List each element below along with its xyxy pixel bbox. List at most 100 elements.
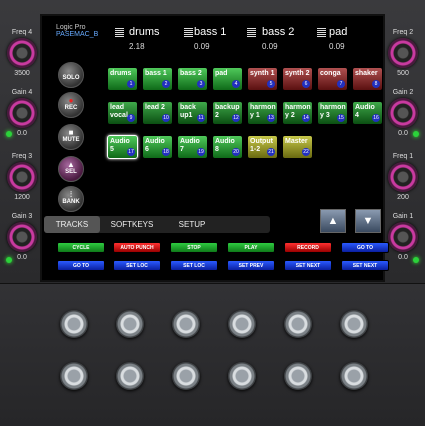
track-tile[interactable]: Master 22 bbox=[282, 135, 313, 159]
knob-freq-4-group: Freq 4 3500 bbox=[2, 28, 42, 78]
track-number-badge: 6 bbox=[302, 80, 310, 88]
track-label: synth 1 bbox=[250, 70, 275, 77]
transport-button[interactable]: SET LOC bbox=[170, 260, 218, 271]
track-tile[interactable]: lead vocal 9 bbox=[107, 101, 138, 125]
tab-tracks[interactable]: TRACKS bbox=[44, 216, 100, 233]
transport-button[interactable]: PLAY bbox=[227, 242, 275, 253]
knob-gain-3-group: Gain 3 0.0 bbox=[2, 212, 42, 262]
transport-button[interactable]: CYCLE bbox=[57, 242, 105, 253]
logo-subtitle: PASEMAC_B bbox=[56, 31, 99, 38]
solo-button[interactable]: SOLO bbox=[58, 62, 84, 88]
freq-3-knob[interactable] bbox=[7, 162, 37, 192]
track-tile[interactable]: pad 4 bbox=[212, 67, 243, 91]
track-tile[interactable]: harmon y 3 15 bbox=[317, 101, 348, 125]
knob-value: 200 bbox=[397, 194, 409, 201]
hardware-button[interactable] bbox=[60, 310, 88, 338]
track-tile[interactable]: backup 2 12 bbox=[212, 101, 243, 125]
mute-button[interactable]: ■ MUTE bbox=[58, 124, 84, 150]
transport-button[interactable]: RECORD bbox=[284, 242, 332, 253]
track-number-badge: 16 bbox=[372, 114, 380, 122]
track-tile[interactable]: synth 1 5 bbox=[247, 67, 278, 91]
transport-button[interactable]: SET NEXT bbox=[341, 260, 389, 271]
scroll-down-arrow-icon[interactable]: ▼ bbox=[355, 209, 381, 233]
hardware-button[interactable] bbox=[340, 310, 368, 338]
channel-value: 0.09 bbox=[329, 42, 345, 51]
track-label: pad bbox=[215, 70, 228, 77]
track-number-badge: 5 bbox=[267, 80, 275, 88]
track-tile[interactable]: shaker 8 bbox=[352, 67, 383, 91]
gain-2-knob[interactable] bbox=[388, 98, 418, 128]
hardware-button[interactable] bbox=[284, 310, 312, 338]
freq-4-knob[interactable] bbox=[7, 38, 37, 68]
track-tile[interactable]: bass 1 2 bbox=[142, 67, 173, 91]
track-number-badge: 10 bbox=[162, 114, 170, 122]
track-tile[interactable]: conga 7 bbox=[317, 67, 348, 91]
hardware-button[interactable] bbox=[228, 362, 256, 390]
bank-label: BANK bbox=[62, 199, 80, 205]
level-meter-icon bbox=[247, 28, 256, 38]
track-number-badge: 2 bbox=[162, 80, 170, 88]
transport-button[interactable]: SET PREV bbox=[227, 260, 275, 271]
track-tile[interactable]: drums 1 bbox=[107, 67, 138, 91]
track-tile[interactable]: Audio 4 16 bbox=[352, 101, 383, 125]
track-tile[interactable]: Audio 6 18 bbox=[142, 135, 173, 159]
transport-button[interactable]: SET NEXT bbox=[284, 260, 332, 271]
transport-button[interactable]: GO TO bbox=[57, 260, 105, 271]
sel-label: SEL bbox=[65, 169, 77, 175]
track-number-badge: 11 bbox=[197, 114, 205, 122]
track-tile[interactable]: Audio 8 20 bbox=[212, 135, 243, 159]
solo-label: SOLO bbox=[62, 75, 80, 81]
transport-button[interactable]: STOP bbox=[170, 242, 218, 253]
hardware-button[interactable] bbox=[60, 362, 88, 390]
track-label: lead vocal bbox=[110, 104, 128, 119]
hardware-button[interactable] bbox=[116, 362, 144, 390]
rec-label: REC bbox=[64, 105, 78, 111]
sel-button[interactable]: ▲ SEL bbox=[58, 156, 84, 182]
tab-softkeys[interactable]: SOFTKEYS bbox=[102, 216, 162, 233]
transport-button[interactable]: SET LOC bbox=[113, 260, 161, 271]
track-number-badge: 19 bbox=[197, 148, 205, 156]
track-tile[interactable]: lead 2 10 bbox=[142, 101, 173, 125]
track-label: back up1 bbox=[180, 104, 196, 119]
hardware-button[interactable] bbox=[228, 310, 256, 338]
tab-setup[interactable]: SETUP bbox=[164, 216, 220, 233]
bank-button[interactable]: ⫶ BANK bbox=[58, 186, 84, 212]
led-indicator bbox=[6, 257, 12, 263]
transport-button[interactable]: GO TO bbox=[341, 242, 389, 253]
knob-label: Freq 2 bbox=[392, 29, 414, 36]
track-tile[interactable]: harmon y 2 14 bbox=[282, 101, 313, 125]
hardware-button[interactable] bbox=[172, 362, 200, 390]
gain-1-knob[interactable] bbox=[388, 222, 418, 252]
gain-4-knob[interactable] bbox=[7, 98, 37, 128]
app-logo: Logic Pro PASEMAC_B bbox=[56, 24, 98, 38]
track-tile[interactable]: bass 2 3 bbox=[177, 67, 208, 91]
transport-button[interactable]: AUTO PUNCH bbox=[113, 242, 161, 253]
track-number-badge: 22 bbox=[302, 148, 310, 156]
knob-value: 3500 bbox=[14, 70, 30, 77]
scroll-up-arrow-icon[interactable]: ▲ bbox=[320, 209, 346, 233]
hardware-button[interactable] bbox=[172, 310, 200, 338]
track-label: drums bbox=[110, 70, 132, 77]
rec-button[interactable]: ● REC bbox=[58, 92, 84, 118]
hardware-button[interactable] bbox=[116, 310, 144, 338]
record-icon: ● bbox=[68, 96, 74, 105]
channel-name: pad bbox=[329, 26, 348, 38]
track-label: synth 2 bbox=[285, 70, 310, 77]
track-tile[interactable]: synth 2 6 bbox=[282, 67, 313, 91]
logo-title: Logic Pro bbox=[56, 24, 86, 31]
track-tile[interactable]: Output 1-2 21 bbox=[247, 135, 278, 159]
level-meter-icon bbox=[317, 28, 326, 38]
track-tile[interactable]: back up1 11 bbox=[177, 101, 208, 125]
hardware-button[interactable] bbox=[340, 362, 368, 390]
hardware-button[interactable] bbox=[284, 362, 312, 390]
freq-1-knob[interactable] bbox=[388, 162, 418, 192]
track-tile[interactable]: Audio 7 19 bbox=[177, 135, 208, 159]
knob-label: Freq 4 bbox=[11, 29, 33, 36]
freq-2-knob[interactable] bbox=[388, 38, 418, 68]
track-number-badge: 1 bbox=[127, 80, 135, 88]
gain-3-knob[interactable] bbox=[7, 222, 37, 252]
level-meter-icon bbox=[115, 28, 124, 38]
track-tile[interactable]: harmon y 1 13 bbox=[247, 101, 278, 125]
track-tile[interactable]: Audio 5 17 bbox=[107, 135, 138, 159]
track-number-badge: 21 bbox=[267, 148, 275, 156]
